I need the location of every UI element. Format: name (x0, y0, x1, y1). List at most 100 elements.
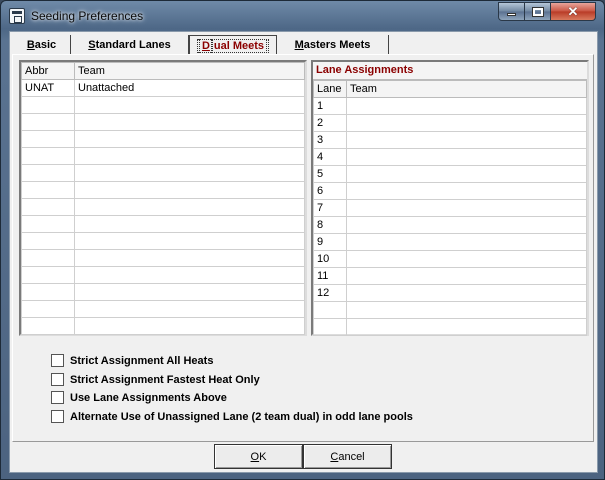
team-abbr-cell[interactable]: UNAT (21, 79, 75, 97)
team-abbr-cell[interactable] (21, 130, 75, 148)
team-name-cell[interactable] (74, 130, 305, 148)
table-row[interactable]: UNAT Unattached (21, 79, 305, 97)
tab-masters-meets[interactable]: Masters Meets (277, 35, 389, 55)
lane-team-cell[interactable] (346, 114, 587, 132)
lane-team-cell[interactable] (346, 216, 587, 234)
column-header-lane-team[interactable]: Team (346, 80, 587, 98)
lane-team-cell[interactable] (346, 233, 587, 251)
table-row[interactable]: 1 (313, 97, 587, 115)
alternate-unassigned-lane-checkbox[interactable] (51, 410, 64, 423)
team-name-cell[interactable]: Unattached (74, 79, 305, 97)
team-abbr-cell[interactable] (21, 215, 75, 233)
table-row[interactable] (21, 147, 305, 165)
team-name-cell[interactable] (74, 96, 305, 114)
team-name-cell[interactable] (74, 198, 305, 216)
team-name-cell[interactable] (74, 181, 305, 199)
table-row[interactable] (21, 130, 305, 148)
team-name-cell[interactable] (74, 232, 305, 250)
table-row[interactable] (21, 181, 305, 199)
column-header-lane[interactable]: Lane (313, 80, 347, 98)
table-row[interactable] (21, 283, 305, 301)
team-abbr-cell[interactable] (21, 300, 75, 318)
option-alternate-unassigned-lane[interactable]: Alternate Use of Unassigned Lane (2 team… (51, 410, 413, 423)
team-abbr-cell[interactable] (21, 96, 75, 114)
table-row[interactable] (313, 318, 587, 336)
table-row[interactable] (21, 300, 305, 318)
table-row[interactable]: 10 (313, 250, 587, 268)
lane-assignments-grid[interactable]: Lane Assignments Lane Team 1 2 3 4 5 6 7 8 9 10 11… (311, 60, 589, 336)
use-lane-assignments-checkbox[interactable] (51, 391, 64, 404)
table-row[interactable]: 9 (313, 233, 587, 251)
table-row[interactable] (21, 96, 305, 114)
tab-dual-meets[interactable]: Dual Meets (189, 35, 277, 55)
strict-fastest-heat-checkbox[interactable] (51, 373, 64, 386)
teams-grid[interactable]: Abbr Team UNAT Unattached (19, 60, 307, 336)
team-abbr-cell[interactable] (21, 147, 75, 165)
table-row[interactable]: 11 (313, 267, 587, 285)
table-row[interactable]: 7 (313, 199, 587, 217)
table-row[interactable]: 2 (313, 114, 587, 132)
lane-team-cell[interactable] (346, 250, 587, 268)
team-abbr-cell[interactable] (21, 113, 75, 131)
table-row[interactable] (21, 164, 305, 182)
team-abbr-cell[interactable] (21, 198, 75, 216)
team-abbr-cell[interactable] (21, 249, 75, 267)
lane-team-cell[interactable] (346, 97, 587, 115)
table-row[interactable] (21, 317, 305, 335)
tab-standard-lanes[interactable]: Standard Lanes (71, 35, 189, 55)
cancel-button[interactable]: Cancel (303, 444, 392, 469)
lane-team-cell[interactable] (346, 182, 587, 200)
lane-team-cell[interactable] (346, 165, 587, 183)
close-button[interactable]: ✕ (551, 2, 596, 21)
lane-team-cell[interactable] (346, 199, 587, 217)
team-name-cell[interactable] (74, 164, 305, 182)
team-name-cell[interactable] (74, 317, 305, 335)
maximize-button[interactable] (525, 2, 551, 21)
team-abbr-cell[interactable] (21, 164, 75, 182)
team-abbr-cell[interactable] (21, 266, 75, 284)
lane-team-cell[interactable] (346, 131, 587, 149)
table-row[interactable]: 6 (313, 182, 587, 200)
title-bar[interactable]: Seeding Preferences ✕ (1, 1, 604, 31)
team-abbr-cell[interactable] (21, 181, 75, 199)
table-row[interactable]: 4 (313, 148, 587, 166)
team-name-cell[interactable] (74, 147, 305, 165)
team-name-cell[interactable] (74, 283, 305, 301)
table-row[interactable] (313, 301, 587, 319)
team-name-cell[interactable] (74, 266, 305, 284)
ok-button[interactable]: OK (214, 444, 303, 469)
column-header-abbr[interactable]: Abbr (21, 62, 75, 80)
table-row[interactable]: 12 (313, 284, 587, 302)
team-abbr-cell[interactable] (21, 283, 75, 301)
seeding-preferences-window: Seeding Preferences ✕ Basic Standard Lan… (0, 0, 605, 480)
table-row[interactable] (21, 198, 305, 216)
column-header-team[interactable]: Team (74, 62, 305, 80)
table-row[interactable]: 8 (313, 216, 587, 234)
team-name-cell[interactable] (74, 249, 305, 267)
team-abbr-cell[interactable] (21, 232, 75, 250)
option-use-lane-assignments[interactable]: Use Lane Assignments Above (51, 391, 227, 404)
team-name-cell[interactable] (74, 113, 305, 131)
strict-all-heats-checkbox[interactable] (51, 354, 64, 367)
app-icon[interactable] (9, 8, 25, 24)
tab-basic[interactable]: Basic (13, 35, 71, 55)
table-row[interactable] (21, 266, 305, 284)
table-row[interactable] (21, 113, 305, 131)
lane-team-cell[interactable] (346, 318, 587, 336)
option-strict-all-heats[interactable]: Strict Assignment All Heats (51, 354, 213, 367)
table-row[interactable] (21, 215, 305, 233)
team-name-cell[interactable] (74, 215, 305, 233)
team-abbr-cell[interactable] (21, 317, 75, 335)
lane-team-cell[interactable] (346, 148, 587, 166)
table-row[interactable] (21, 232, 305, 250)
minimize-button[interactable] (498, 2, 525, 21)
lane-team-cell[interactable] (346, 301, 587, 319)
dialog-client: Basic Standard Lanes Dual Meets Masters … (9, 31, 598, 473)
team-name-cell[interactable] (74, 300, 305, 318)
lane-team-cell[interactable] (346, 267, 587, 285)
table-row[interactable]: 5 (313, 165, 587, 183)
lane-team-cell[interactable] (346, 284, 587, 302)
table-row[interactable] (21, 249, 305, 267)
option-strict-fastest-heat[interactable]: Strict Assignment Fastest Heat Only (51, 373, 260, 386)
table-row[interactable]: 3 (313, 131, 587, 149)
